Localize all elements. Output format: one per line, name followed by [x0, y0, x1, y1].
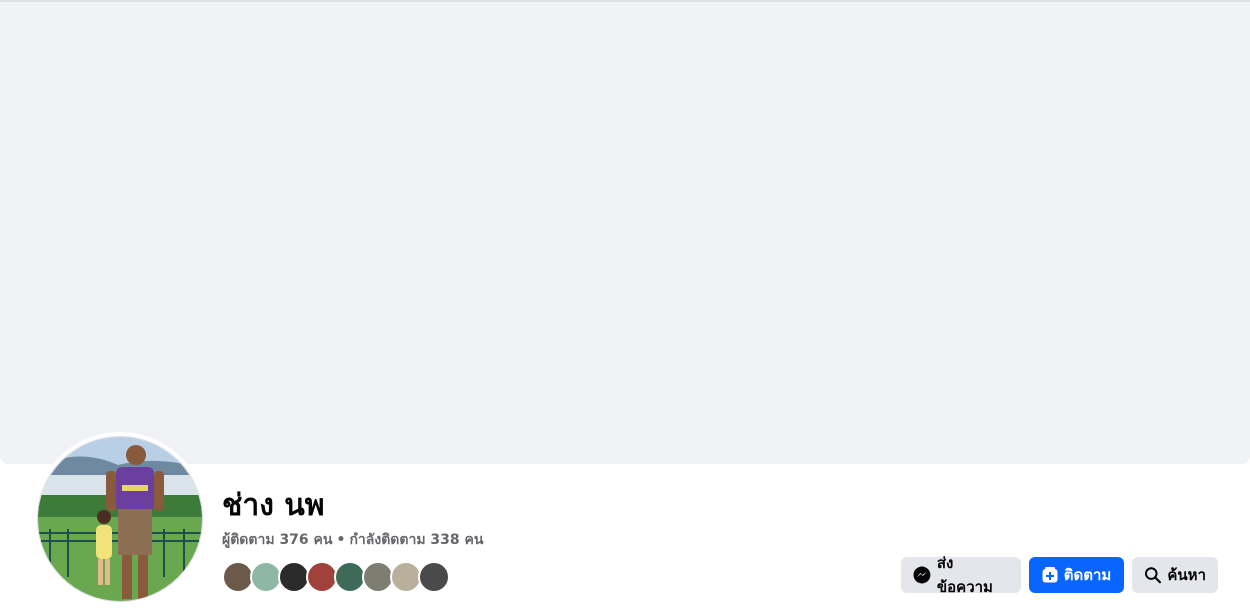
following-link[interactable]: กำลังติดตาม 338 คน	[349, 532, 483, 548]
profile-photo-image	[38, 437, 202, 601]
profile-stats: ผู้ติดตาม 376 คน • กำลังติดตาม 338 คน	[222, 530, 483, 550]
message-button-label: ส่งข้อความ	[936, 554, 993, 596]
search-button[interactable]: ค้นหา	[1132, 557, 1218, 593]
profile-name: ช่าง นพ	[222, 488, 325, 523]
follow-icon	[1042, 567, 1058, 583]
stats-separator: •	[336, 532, 346, 548]
messenger-icon	[913, 566, 931, 584]
profile-picture[interactable]	[37, 436, 203, 602]
friend-avatar[interactable]	[418, 561, 450, 593]
follow-button[interactable]: ติดตาม	[1029, 557, 1124, 593]
search-button-label: ค้นหา	[1167, 566, 1206, 584]
search-icon	[1144, 567, 1162, 584]
cover-photo[interactable]	[0, 2, 1250, 464]
followers-link[interactable]: ผู้ติดตาม 376 คน	[222, 532, 332, 548]
message-button[interactable]: ส่งข้อความ	[901, 554, 1021, 596]
follow-button-label: ติดตาม	[1063, 566, 1112, 584]
